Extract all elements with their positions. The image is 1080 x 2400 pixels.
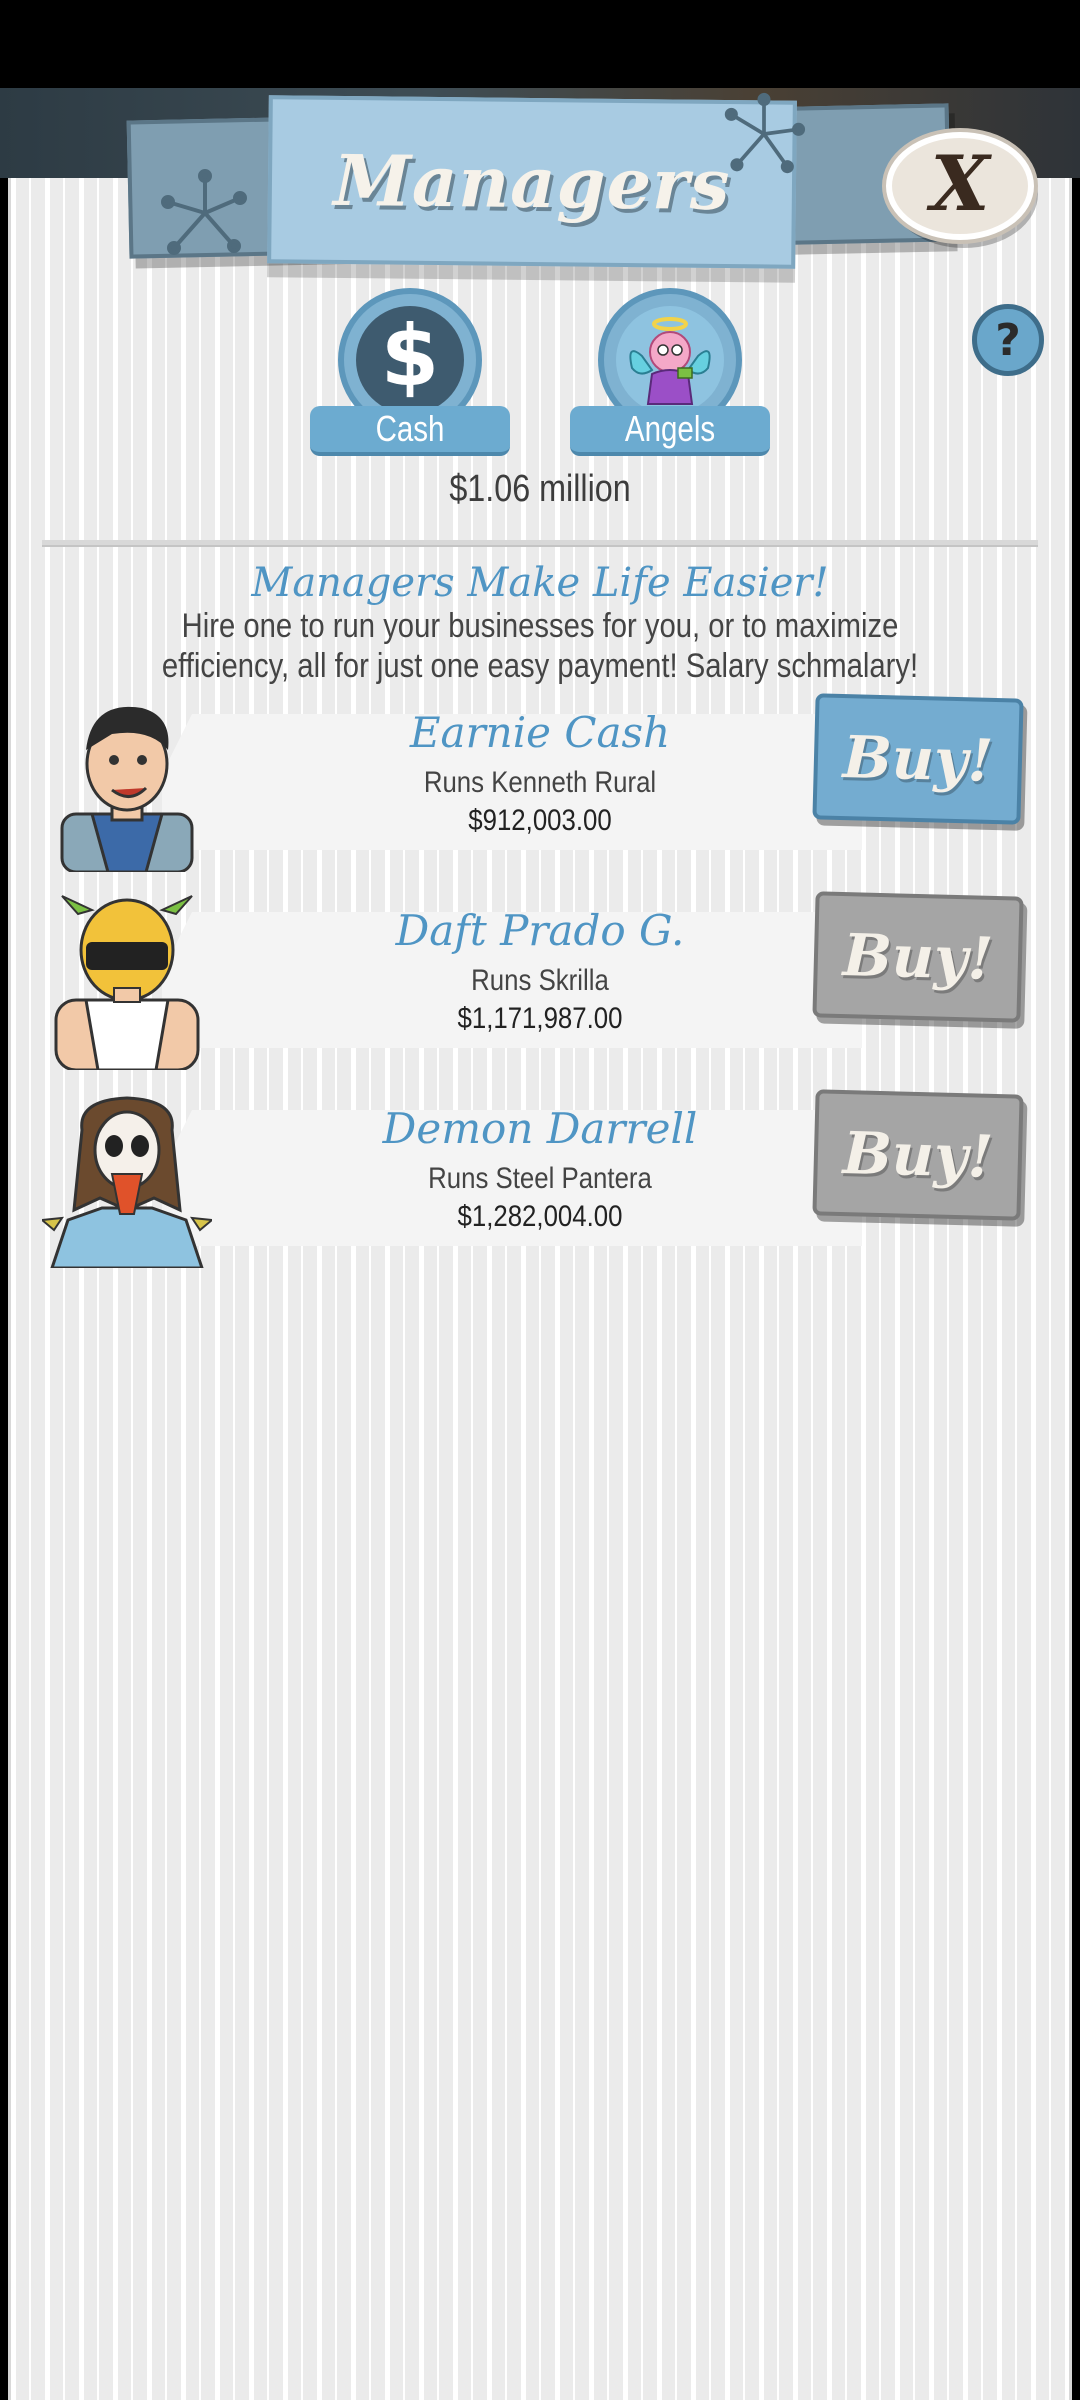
buy-button-earnie-cash[interactable]: Buy! bbox=[812, 693, 1024, 825]
angel-icon bbox=[629, 317, 711, 405]
tab-label: Angels bbox=[624, 408, 716, 449]
close-button[interactable]: X bbox=[886, 132, 1034, 240]
managers-panel bbox=[8, 178, 1072, 2400]
buy-button-daft-prado[interactable]: Buy! bbox=[812, 891, 1024, 1023]
tab-cash-label-box: Cash bbox=[310, 406, 510, 456]
help-icon: ? bbox=[995, 314, 1021, 366]
tab-angels[interactable]: Angels bbox=[570, 288, 770, 456]
tab-label: Cash bbox=[375, 408, 445, 449]
help-button[interactable]: ? bbox=[972, 304, 1044, 376]
buy-label: Buy! bbox=[841, 921, 995, 993]
divider bbox=[42, 540, 1038, 547]
section-title: Managers Make Life Easier! bbox=[251, 560, 829, 606]
manager-row: Daft Prado G. Runs Skrilla $1,171,987.00… bbox=[42, 891, 1042, 1070]
tab-angels-badge-inner bbox=[616, 306, 724, 414]
manager-row: Earnie Cash Runs Kenneth Rural $912,003.… bbox=[42, 693, 1042, 872]
buy-button-demon-darrell[interactable]: Buy! bbox=[812, 1089, 1024, 1221]
close-icon: X bbox=[930, 138, 990, 228]
tab-cash[interactable]: $ Cash bbox=[310, 288, 510, 456]
cash-balance: $1.06 million bbox=[449, 468, 631, 510]
dollar-icon: $ bbox=[380, 307, 440, 405]
section-description: Hire one to run your businesses for you,… bbox=[161, 607, 919, 685]
tab-cash-badge-inner: $ bbox=[356, 306, 464, 414]
starburst-icon bbox=[161, 169, 247, 255]
banner-title-plate: Managers bbox=[267, 95, 797, 269]
manager-row: Demon Darrell Runs Steel Pantera $1,282,… bbox=[42, 1089, 1042, 1268]
starburst-icon bbox=[724, 92, 806, 174]
status-bar bbox=[0, 0, 1080, 88]
page-title: Managers bbox=[333, 138, 731, 226]
buy-label: Buy! bbox=[841, 1119, 995, 1191]
tab-angels-label-box: Angels bbox=[570, 406, 770, 456]
buy-label: Buy! bbox=[841, 723, 995, 795]
